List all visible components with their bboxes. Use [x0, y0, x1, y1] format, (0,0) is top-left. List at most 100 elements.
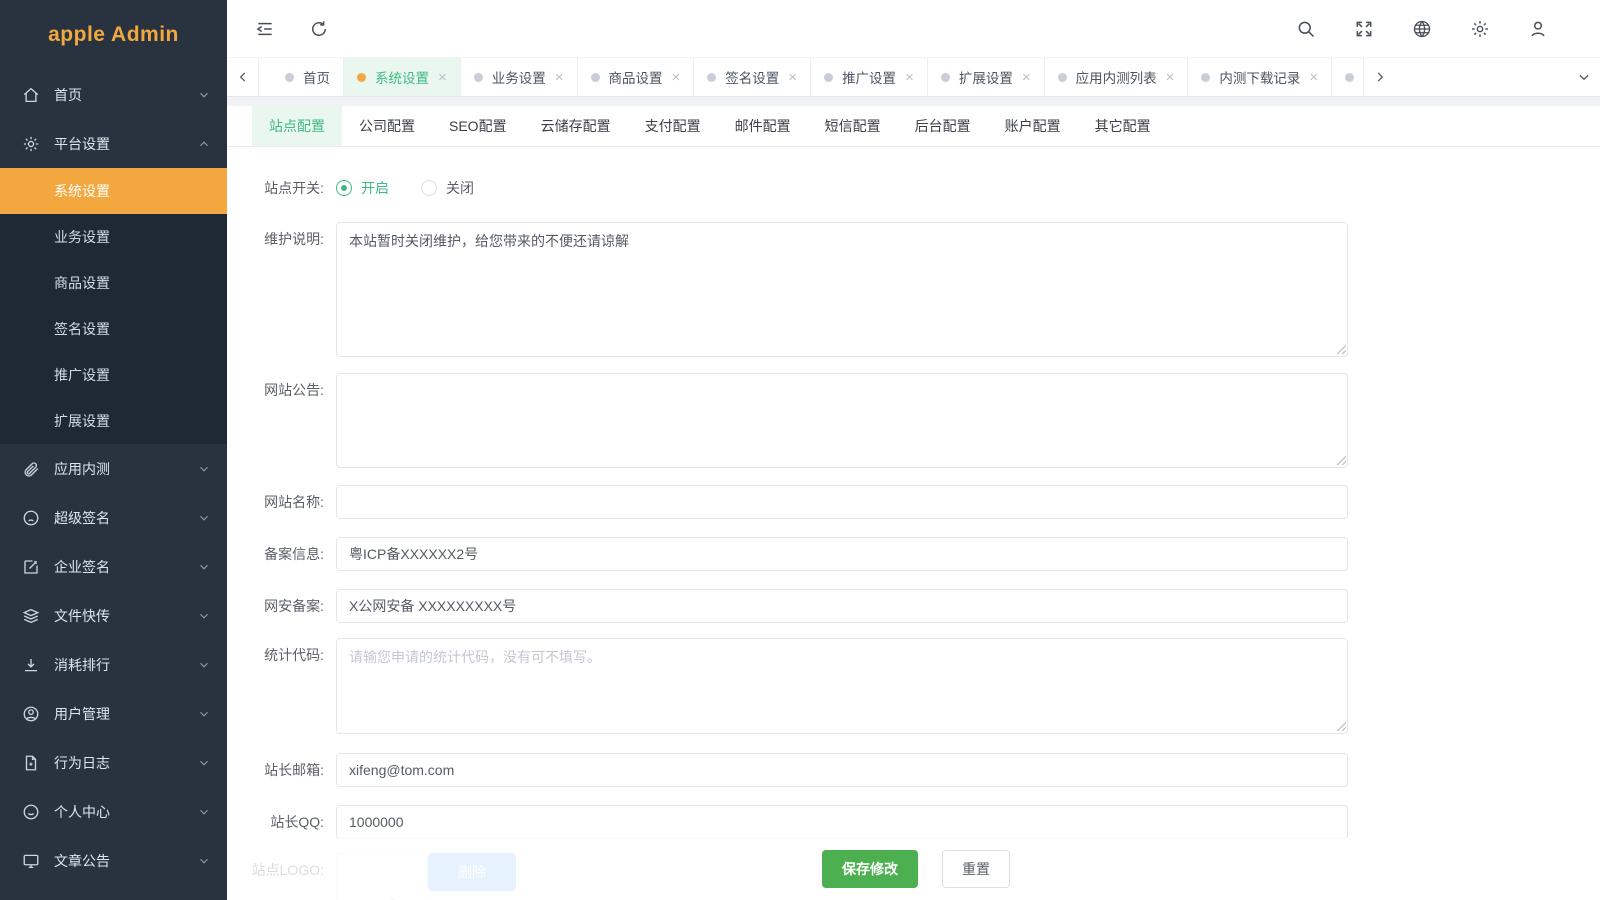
gear-icon[interactable]: [1470, 19, 1490, 39]
chevron-down-icon: [197, 511, 211, 525]
config-tab-payment[interactable]: 支付配置: [628, 106, 718, 146]
tab-extension-settings[interactable]: 扩展设置 ×: [928, 58, 1045, 96]
gear-icon: [22, 135, 40, 153]
user-icon[interactable]: [1528, 19, 1548, 39]
download-icon: [22, 656, 40, 674]
tab-clipped[interactable]: [1332, 58, 1364, 96]
webmaster-qq-input[interactable]: [336, 805, 1348, 839]
tab-system-settings[interactable]: 系统设置 ×: [344, 58, 461, 96]
config-tabs: 站点配置 公司配置 SEO配置 云储存配置 支付配置 邮件配置 短信配置 后台配…: [227, 106, 1600, 147]
sidebar-item-system-settings[interactable]: 系统设置: [0, 168, 227, 214]
form-row-announcement: 网站公告:: [238, 373, 1600, 468]
collapse-menu-icon[interactable]: [255, 19, 275, 39]
tab-label: 签名设置: [725, 67, 779, 87]
config-tab-account[interactable]: 账户配置: [988, 106, 1078, 146]
site-name-input[interactable]: [336, 485, 1348, 519]
sidebar-item-super-signature[interactable]: 超级签名: [0, 493, 227, 542]
config-tab-site[interactable]: 站点配置: [252, 106, 342, 146]
close-icon[interactable]: ×: [438, 70, 447, 85]
search-icon[interactable]: [1296, 19, 1316, 39]
globe-icon[interactable]: [1412, 19, 1432, 39]
sidebar-item-label: 首页: [54, 85, 197, 105]
sidebar-item-behavior-log[interactable]: 行为日志: [0, 738, 227, 787]
tab-dot: [707, 73, 716, 82]
tab-business-settings[interactable]: 业务设置 ×: [461, 58, 578, 96]
tab-promotion-settings[interactable]: 推广设置 ×: [811, 58, 928, 96]
refresh-icon[interactable]: [309, 19, 329, 39]
sidebar-item-signature-settings[interactable]: 签名设置: [0, 306, 227, 352]
close-icon[interactable]: ×: [788, 70, 797, 85]
tabs-scroll-right-button[interactable]: [1364, 58, 1396, 96]
chevron-down-icon: [197, 88, 211, 102]
sidebar-item-label: 超级签名: [54, 508, 197, 528]
chevron-down-icon: [197, 462, 211, 476]
config-tab-backend[interactable]: 后台配置: [898, 106, 988, 146]
sidebar-item-business-settings[interactable]: 业务设置: [0, 214, 227, 260]
chevron-down-icon: [197, 658, 211, 672]
tab-app-beta-list[interactable]: 应用内测列表 ×: [1045, 58, 1189, 96]
form-row-qq: 站长QQ:: [238, 805, 1600, 839]
sidebar-item-promotion-settings[interactable]: 推广设置: [0, 352, 227, 398]
announcement-textarea[interactable]: [336, 373, 1348, 468]
sidebar-item-user-management[interactable]: 用户管理: [0, 689, 227, 738]
site-switch-radio-group: 开启 关闭: [336, 171, 506, 205]
sidebar-item-file-transfer[interactable]: 文件快传: [0, 591, 227, 640]
close-icon[interactable]: ×: [555, 70, 564, 85]
sidebar-item-extension-settings[interactable]: 扩展设置: [0, 398, 227, 444]
sidebar-item-home[interactable]: 首页: [0, 70, 227, 119]
fullscreen-icon[interactable]: [1354, 19, 1374, 39]
save-button[interactable]: 保存修改: [822, 850, 918, 888]
reset-button[interactable]: 重置: [942, 850, 1010, 888]
sidebar-item-app-beta[interactable]: 应用内测: [0, 444, 227, 493]
tab-label: 系统设置: [375, 67, 429, 87]
maintenance-textarea[interactable]: 本站暂时关闭维护，给您带来的不便还请谅解: [336, 222, 1348, 357]
tab-beta-download-records[interactable]: 内测下载记录 ×: [1188, 58, 1332, 96]
radio-site-on[interactable]: 开启: [336, 178, 389, 198]
tab-label: 扩展设置: [959, 67, 1013, 87]
config-tab-other[interactable]: 其它配置: [1078, 106, 1168, 146]
sidebar-item-label: 文章公告: [54, 851, 197, 871]
radio-site-off[interactable]: 关闭: [421, 178, 474, 198]
webmaster-email-input[interactable]: [336, 753, 1348, 787]
tab-label: 内测下载记录: [1219, 67, 1300, 87]
layers-icon: [22, 607, 40, 625]
close-icon[interactable]: ×: [672, 70, 681, 85]
tab-signature-settings[interactable]: 签名设置 ×: [694, 58, 811, 96]
config-tab-cloud-storage[interactable]: 云储存配置: [524, 106, 628, 146]
sidebar-item-label: 消耗排行: [54, 655, 197, 675]
sidebar-item-personal-center[interactable]: 个人中心: [0, 787, 227, 836]
close-icon[interactable]: ×: [1166, 70, 1175, 85]
tab-bar: 首页 系统设置 × 业务设置 × 商品设置 ×: [227, 57, 1600, 97]
close-icon[interactable]: ×: [905, 70, 914, 85]
chevron-down-icon: [1577, 70, 1591, 84]
config-tab-mail[interactable]: 邮件配置: [718, 106, 808, 146]
field-label: 站长QQ:: [238, 805, 336, 839]
close-icon[interactable]: ×: [1309, 70, 1318, 85]
config-tab-sms[interactable]: 短信配置: [808, 106, 898, 146]
field-label: 站长邮箱:: [238, 753, 336, 787]
tab-dot: [824, 73, 833, 82]
sidebar-item-article-announcement[interactable]: 文章公告: [0, 836, 227, 885]
field-label: 统计代码:: [238, 638, 336, 734]
tabs-menu-dropdown-button[interactable]: [1568, 58, 1600, 96]
header-right-icons: [1258, 19, 1600, 39]
close-icon[interactable]: ×: [1022, 70, 1031, 85]
stats-code-textarea[interactable]: [336, 638, 1348, 734]
sidebar-item-platform-settings[interactable]: 平台设置: [0, 119, 227, 168]
tab-home[interactable]: 首页: [272, 58, 344, 96]
chevron-down-icon: [197, 560, 211, 574]
config-tab-company[interactable]: 公司配置: [342, 106, 432, 146]
sidebar-item-consumption-ranking[interactable]: 消耗排行: [0, 640, 227, 689]
tab-product-settings[interactable]: 商品设置 ×: [578, 58, 695, 96]
sidebar-item-enterprise-signature[interactable]: 企业签名: [0, 542, 227, 591]
config-tab-seo[interactable]: SEO配置: [432, 106, 524, 146]
open-tabs: 首页 系统设置 × 业务设置 × 商品设置 ×: [259, 58, 1600, 96]
form-row-maintenance: 维护说明: 本站暂时关闭维护，给您带来的不便还请谅解: [238, 222, 1600, 357]
top-header: [227, 0, 1600, 57]
sidebar-item-product-settings[interactable]: 商品设置: [0, 260, 227, 306]
tabs-scroll-left-button[interactable]: [227, 58, 259, 96]
form-row-site-switch: 站点开关: 开启 关闭: [238, 171, 1600, 205]
police-record-input[interactable]: [336, 589, 1348, 623]
icp-record-input[interactable]: [336, 537, 1348, 571]
tab-dot: [285, 73, 294, 82]
